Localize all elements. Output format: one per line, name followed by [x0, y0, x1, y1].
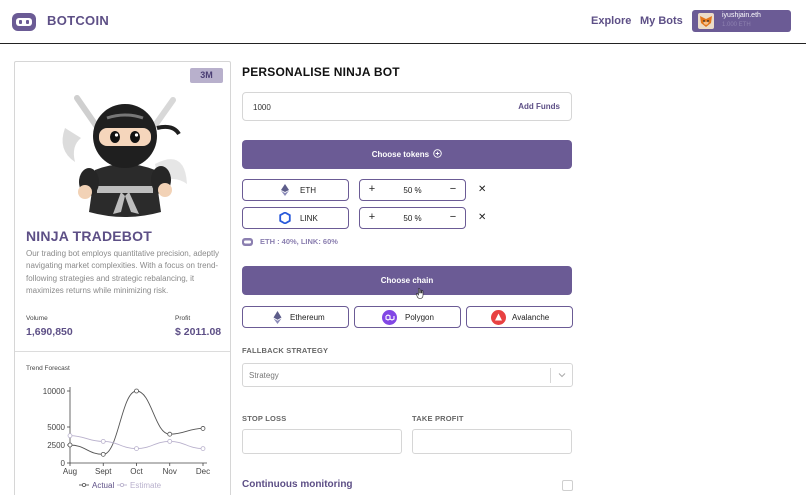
fallback-strategy-label: FALLBACK STRATEGY — [242, 346, 329, 355]
nav-my-bots-link[interactable]: My Bots — [640, 15, 683, 27]
take-profit-field[interactable] — [412, 429, 572, 454]
decrease-button[interactable]: − — [447, 211, 459, 223]
increase-button[interactable]: + — [366, 183, 378, 195]
data-point-actual — [67, 442, 73, 448]
select-separator — [550, 368, 551, 383]
bot-card: 3M NINJA TRADEBOT Our trading bot employ… — [14, 61, 231, 495]
stop-loss-field[interactable] — [242, 429, 402, 454]
chain-polygon-button[interactable]: Polygon — [354, 306, 461, 328]
take-profit-input[interactable] — [413, 430, 571, 453]
series-line-actual — [69, 390, 204, 455]
remove-eth-button[interactable]: ✕ — [478, 184, 486, 195]
volume-label: Volume — [26, 315, 48, 322]
continuous-monitoring-label: Continuous monitoring — [242, 479, 353, 490]
x-tick-label: Oct — [130, 467, 143, 476]
wallet-fox-icon — [698, 13, 714, 29]
data-point-actual — [100, 451, 106, 457]
mouse-cursor-icon — [416, 288, 424, 299]
chain-ethereum-button[interactable]: Ethereum — [242, 306, 349, 328]
volume-value: 1,690,850 — [26, 326, 73, 338]
legend-marker-actual — [82, 483, 87, 488]
data-point-estimate — [200, 446, 206, 451]
y-tick-label: 10000 — [43, 387, 66, 396]
brand-name[interactable]: BOTCOIN — [47, 13, 109, 28]
legend-label-actual: Actual — [92, 481, 114, 490]
chainlink-icon — [279, 212, 291, 224]
wallet-balance: 1.000 ETH — [722, 22, 751, 28]
token-eth-percent-stepper[interactable]: + 50 % − — [359, 179, 466, 201]
stop-loss-label: STOP LOSS — [242, 414, 287, 423]
polygon-icon — [382, 310, 397, 325]
amount-input[interactable] — [253, 100, 453, 114]
stop-loss-input[interactable] — [243, 430, 401, 453]
fallback-strategy-placeholder: Strategy — [249, 371, 279, 380]
add-funds-button[interactable]: Add Funds — [518, 102, 560, 111]
y-tick-label: 2500 — [47, 441, 65, 450]
amount-field[interactable]: Add Funds — [242, 92, 572, 121]
allocation-summary: ETH : 40%, LINK: 60% — [260, 237, 338, 246]
data-point-actual — [200, 426, 206, 431]
duration-badge[interactable]: 3M — [190, 68, 223, 83]
chain-avalanche-button[interactable]: Avalanche — [466, 306, 573, 328]
data-point-estimate — [134, 446, 139, 451]
take-profit-label: TAKE PROFIT — [412, 414, 464, 423]
chain-polygon-label: Polygon — [405, 313, 434, 322]
remove-link-button[interactable]: ✕ — [478, 212, 486, 223]
token-link-pill[interactable]: LINK — [242, 207, 349, 229]
chain-ethereum-label: Ethereum — [290, 313, 325, 322]
fallback-strategy-select[interactable]: Strategy — [242, 363, 573, 387]
nav-explore-link[interactable]: Explore — [591, 15, 631, 27]
wallet-button[interactable]: iyushjain.eth 1.000 ETH — [692, 10, 791, 32]
x-tick-label: Nov — [163, 467, 177, 476]
token-link-percent-stepper[interactable]: + 50 % − — [359, 207, 466, 229]
chain-avalanche-label: Avalanche — [512, 313, 550, 322]
bot-title: NINJA TRADEBOT — [26, 228, 152, 244]
profit-label: Profit — [175, 315, 191, 322]
data-point-actual — [167, 431, 173, 437]
card-divider — [15, 351, 230, 352]
token-eth-percent: 50 % — [403, 186, 422, 195]
robot-logo-icon[interactable] — [12, 10, 36, 34]
choose-tokens-button[interactable]: Choose tokens — [242, 140, 572, 169]
token-eth-pill[interactable]: ETH — [242, 179, 349, 201]
increase-button[interactable]: + — [366, 211, 378, 223]
top-header: BOTCOIN Explore My Bots iyushjain.eth 1.… — [0, 0, 806, 44]
data-point-actual — [134, 388, 139, 394]
trend-forecast-chart: 02500500010000Aug Sept Oct Nov DecActual Esti… — [43, 387, 210, 490]
data-point-estimate — [167, 439, 173, 444]
token-eth-label: ETH — [300, 186, 316, 195]
choose-tokens-label: Choose tokens — [371, 150, 430, 159]
robot-icon — [242, 238, 253, 246]
y-tick-label: 5000 — [47, 423, 65, 432]
panel-title: PERSONALISE NINJA BOT — [242, 65, 400, 79]
plus-circle-icon — [433, 149, 443, 158]
ninja-bot-illustration — [62, 95, 187, 217]
ethereum-icon — [281, 184, 289, 196]
token-link-label: LINK — [300, 214, 318, 223]
x-tick-label: Dec — [196, 467, 210, 476]
x-tick-label: Sept — [95, 467, 112, 476]
profit-value: $ 2011.08 — [175, 326, 222, 338]
legend-label-estimate: Estimate — [130, 481, 162, 490]
trend-forecast-title: Trend Forecast — [26, 365, 70, 372]
x-tick-label: Aug — [63, 467, 77, 476]
wallet-name: iyushjain.eth — [722, 12, 761, 19]
bot-description: Our trading bot employs quantitative pre… — [26, 249, 219, 295]
ethereum-icon — [273, 311, 282, 324]
continuous-monitoring-checkbox[interactable] — [562, 480, 573, 491]
avalanche-icon — [491, 310, 506, 325]
data-point-estimate — [100, 439, 106, 444]
chevron-down-icon — [558, 373, 566, 378]
legend-marker-estimate — [120, 483, 125, 488]
data-point-estimate — [67, 433, 73, 439]
token-link-percent: 50 % — [403, 214, 422, 223]
choose-chain-button[interactable]: Choose chain — [242, 266, 572, 295]
decrease-button[interactable]: − — [447, 183, 459, 195]
